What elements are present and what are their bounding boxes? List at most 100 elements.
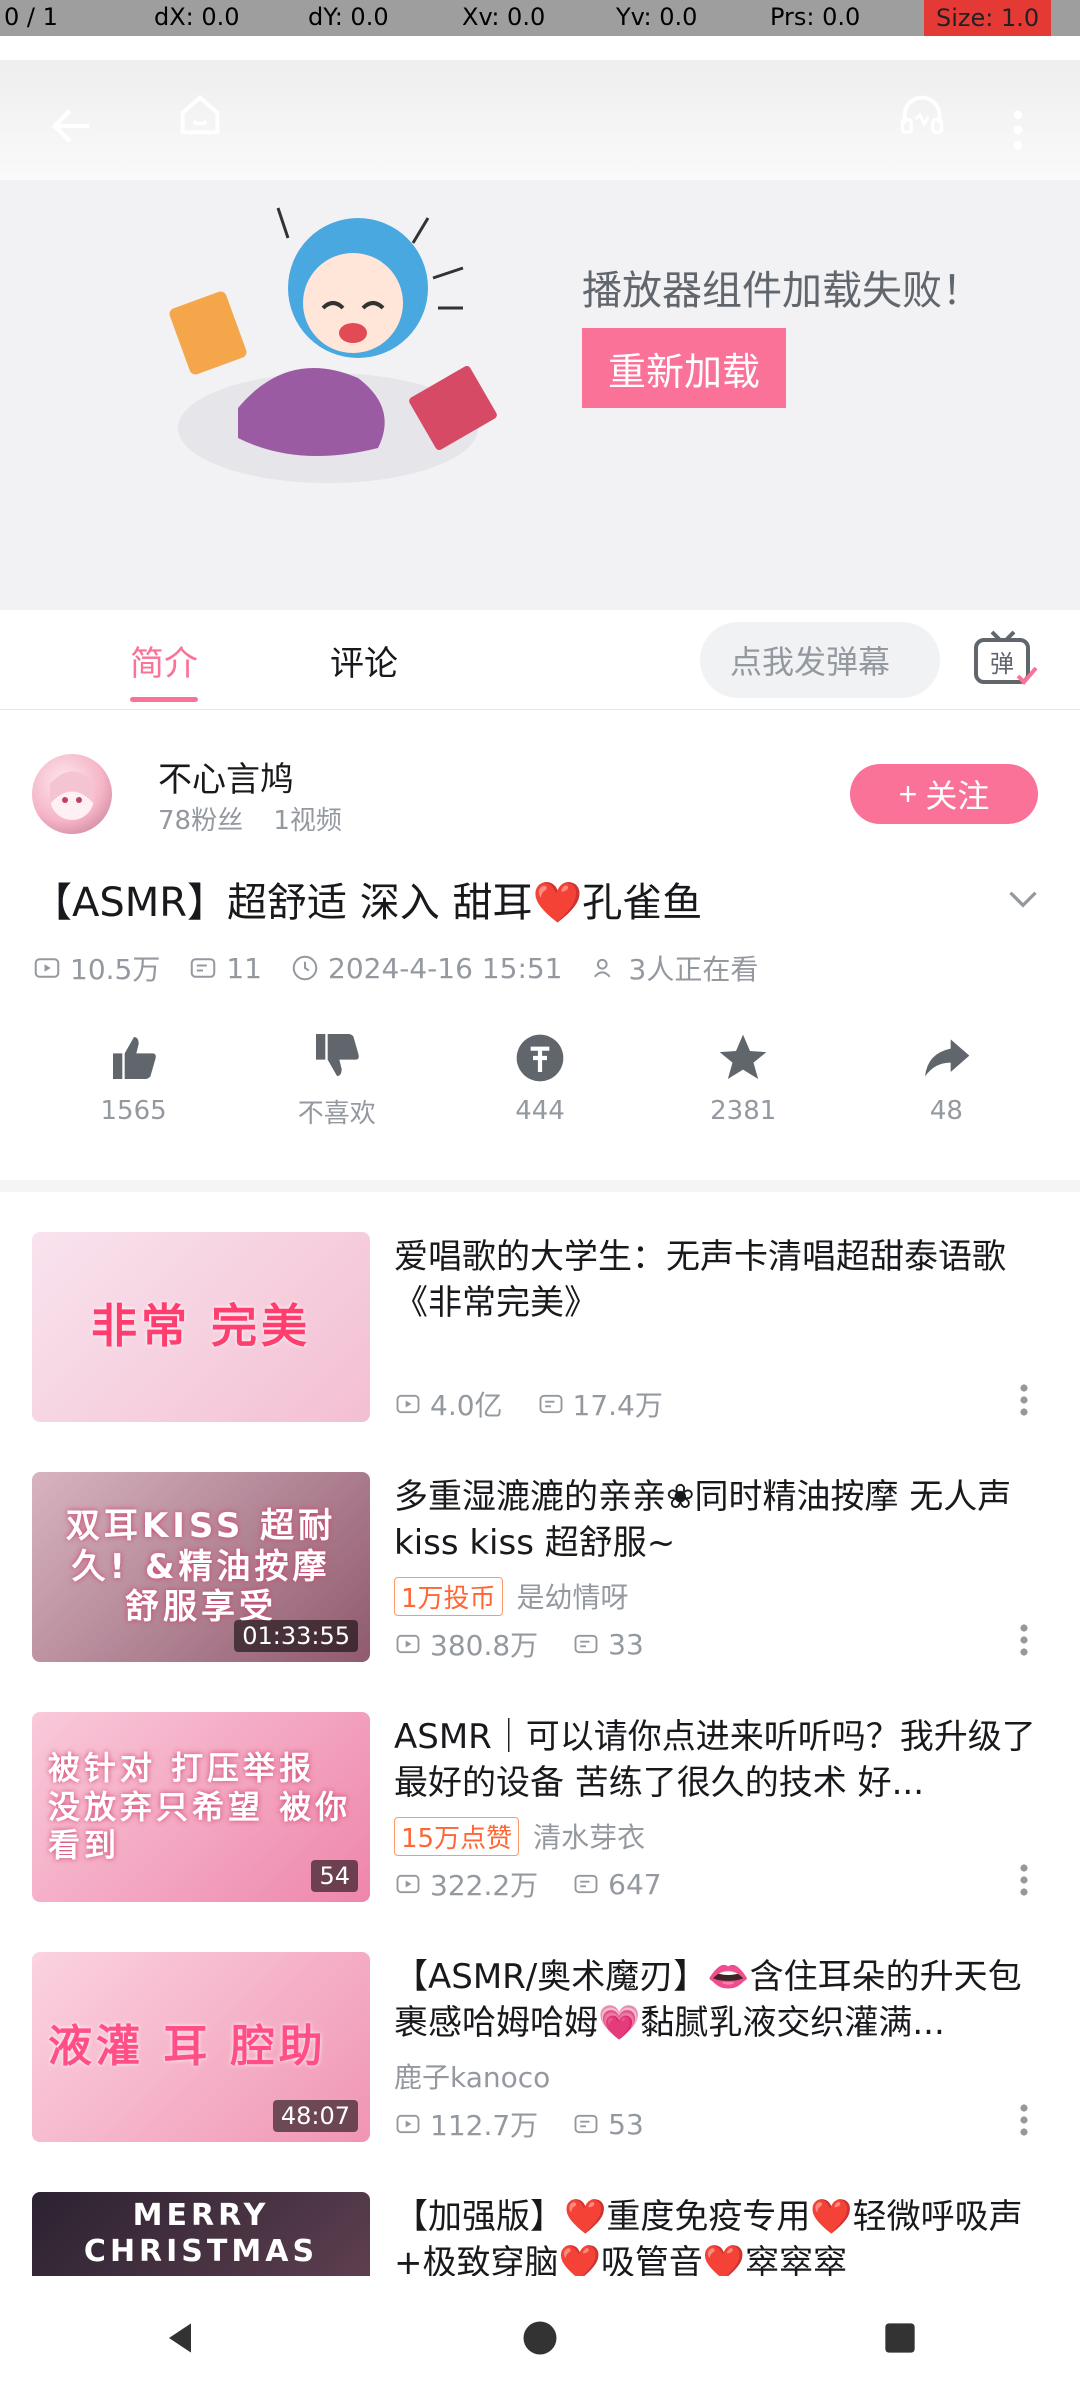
recommendation-title[interactable]: 【ASMR/奥术魔刃】👄含住耳朵的升天包裹感哈姆哈姆💗黏腻乳液交织灌满...: [394, 1954, 1044, 2046]
play-count-icon: [34, 958, 60, 978]
danmaku-toggle-label: 弹: [990, 650, 1014, 678]
recommendation-title[interactable]: 【加强版】❤️重度免疫专用❤️轻微呼吸声+极致穿脑❤️吸管音❤️窣窣窣: [394, 2194, 1044, 2276]
recommendation-item[interactable]: 双耳KISS 超耐久! &精油按摩 舒服享受 01:33:55 多重湿漉漉的亲亲…: [0, 1450, 1080, 1690]
more-vertical-icon[interactable]: [1000, 1610, 1048, 1670]
danmaku-count: 11: [188, 948, 262, 988]
recommendation-stats: 322.2万 647: [394, 1864, 662, 1904]
triangle-back-icon: [169, 2323, 191, 2353]
more-vertical-icon: [1013, 110, 1023, 150]
size-readout: Size: 1.0: [924, 0, 1052, 36]
video-duration: 48:07: [272, 2100, 358, 2132]
dx-readout: dX: 0.0: [154, 3, 240, 31]
dislike-label: 不喜欢: [297, 1098, 376, 1129]
more-vertical-icon[interactable]: [1000, 2090, 1048, 2150]
recommendation-thumbnail[interactable]: 双耳KISS 超耐久! &精油按摩 舒服享受 01:33:55: [32, 1472, 370, 1662]
favorite-button[interactable]: 2381: [642, 1018, 845, 1138]
error-mascot-illustration: [169, 207, 497, 483]
square-recents-icon: [885, 2323, 915, 2353]
rec-danmaku-value: 647: [608, 1867, 662, 1901]
avatar-image: [50, 771, 94, 820]
recommendation-item[interactable]: 液灌 耳 腔助 48:07 【ASMR/奥术魔刃】👄含住耳朵的升天包裹感哈姆哈姆…: [0, 1930, 1080, 2170]
more-options-button[interactable]: [978, 90, 1058, 170]
nav-recents-button[interactable]: [860, 2298, 940, 2378]
star-icon: [719, 1034, 767, 1079]
nav-back-button[interactable]: [140, 2298, 220, 2378]
rec-views-value: 112.7万: [430, 2109, 539, 2142]
danmaku-input[interactable]: 点我发弹幕: [700, 622, 940, 698]
danmaku-count-icon: [191, 958, 216, 978]
share-count: 48: [929, 1096, 963, 1126]
tab-comments[interactable]: 评论: [330, 610, 404, 710]
back-arrow-icon: [51, 109, 90, 143]
rec-danmaku: 33: [572, 1624, 644, 1664]
more-vertical-icon[interactable]: [1000, 1370, 1048, 1430]
nav-home-button[interactable]: [500, 2298, 580, 2378]
danmaku-count-icon: [539, 1394, 562, 1414]
uploader-name[interactable]: 不心言鸠: [158, 752, 294, 801]
uploader-row[interactable]: 不心言鸠 78粉丝 1视频 + 关注: [0, 730, 1080, 850]
rec-views: 4.0亿: [394, 1384, 503, 1424]
audio-mode-button[interactable]: [870, 60, 974, 170]
recommendation-badge: 1万投币: [394, 1576, 503, 1616]
recommendation-author[interactable]: 鹿子kanoco: [394, 2056, 550, 2096]
video-title[interactable]: 【ASMR】超舒适 深入 甜耳❤️孔雀鱼: [32, 870, 702, 928]
recommendation-thumbnail[interactable]: MERRY CHRISTMAS: [32, 2192, 370, 2276]
clock-icon: [292, 955, 318, 981]
chevron-down-icon[interactable]: [998, 874, 1048, 924]
danmaku-toggle-button[interactable]: 弹: [962, 622, 1046, 698]
recommendation-item[interactable]: 非常 完美 爱唱歌的大学生：无声卡清唱超甜泰语歌《非常完美》 4.0亿 17.4…: [0, 1210, 1080, 1450]
uploader-avatar[interactable]: [32, 754, 112, 834]
follow-plus-icon: +: [898, 775, 918, 812]
player-error-message: 播放器组件加载失败！: [582, 268, 982, 314]
danmaku-count-icon: [574, 1634, 598, 1654]
follow-button[interactable]: + 关注: [850, 764, 1038, 824]
recommendation-thumbnail[interactable]: 非常 完美: [32, 1232, 370, 1422]
recommendation-stats: 112.7万 53: [394, 2104, 644, 2144]
video-duration: 01:33:55: [234, 1620, 358, 1652]
dislike-button[interactable]: 不喜欢: [235, 1018, 438, 1138]
view-count: 10.5万: [32, 948, 160, 988]
recommendation-thumbnail[interactable]: 液灌 耳 腔助 48:07: [32, 1952, 370, 2142]
recommendation-title[interactable]: 多重湿漉漉的亲亲❀同时精油按摩 无人声kiss kiss 超舒服~: [394, 1474, 1044, 1566]
recommendation-title[interactable]: 爱唱歌的大学生：无声卡清唱超甜泰语歌《非常完美》: [394, 1234, 1044, 1326]
rec-danmaku-value: 17.4万: [572, 1389, 663, 1422]
recommendation-author[interactable]: 是幼情呀: [517, 1576, 629, 1616]
recommendation-badge: 15万点赞: [394, 1816, 520, 1856]
favorite-count: 2381: [710, 1096, 777, 1126]
people-icon: [593, 958, 611, 978]
rec-danmaku: 53: [572, 2104, 644, 2144]
thumbnail-caption: 非常 完美: [90, 1299, 311, 1354]
uploader-stats: 78粉丝 1视频: [158, 800, 342, 837]
top-navigation: [0, 60, 1080, 180]
recommendation-author[interactable]: 清水芽衣: [533, 1816, 645, 1856]
play-count-icon: [396, 1634, 420, 1654]
coin-button[interactable]: 444: [438, 1018, 641, 1138]
reload-button[interactable]: 重新加载: [582, 328, 786, 408]
video-duration: 54: [311, 1860, 358, 1892]
recommendation-subline: 鹿子kanoco: [394, 2056, 550, 2096]
recommendation-item[interactable]: MERRY CHRISTMAS 【加强版】❤️重度免疫专用❤️轻微呼吸声+极致穿…: [0, 2170, 1080, 2276]
recommendation-title[interactable]: ASMR｜可以请你点进来听听吗？我升级了最好的设备 苦练了很久的技术 好...: [394, 1714, 1044, 1806]
recommendation-subline: 15万点赞 清水芽衣: [394, 1816, 645, 1856]
rec-danmaku: 647: [572, 1864, 662, 1904]
recommendation-thumbnail[interactable]: 被针对 打压举报 没放弃只希望 被你看到 54: [32, 1712, 370, 1902]
play-count-icon: [396, 1394, 420, 1414]
coin-icon: [516, 1034, 564, 1082]
home-button[interactable]: [148, 60, 252, 170]
thumbs-up-icon: [112, 1037, 156, 1079]
thumbnail-caption: MERRY CHRISTMAS: [83, 2198, 319, 2269]
xv-readout: Xv: 0.0: [462, 3, 546, 31]
share-button[interactable]: 48: [845, 1018, 1048, 1138]
view-count-value: 10.5万: [70, 953, 161, 986]
section-divider: [0, 1180, 1080, 1192]
action-row: 1565 不喜欢 444 2381 48: [32, 1018, 1048, 1138]
watching-now: 3人正在看: [591, 948, 758, 988]
like-button[interactable]: 1565: [32, 1018, 235, 1138]
recommendation-item[interactable]: 被针对 打压举报 没放弃只希望 被你看到 54 ASMR｜可以请你点进来听听吗？…: [0, 1690, 1080, 1930]
publish-date-value: 2024-4-16 15:51: [328, 951, 563, 985]
uploader-videos: 1视频: [273, 806, 342, 836]
tab-intro[interactable]: 简介: [130, 610, 198, 710]
rec-views: 380.8万: [394, 1624, 538, 1664]
more-vertical-icon[interactable]: [1000, 1850, 1048, 1910]
back-button[interactable]: [24, 78, 120, 174]
